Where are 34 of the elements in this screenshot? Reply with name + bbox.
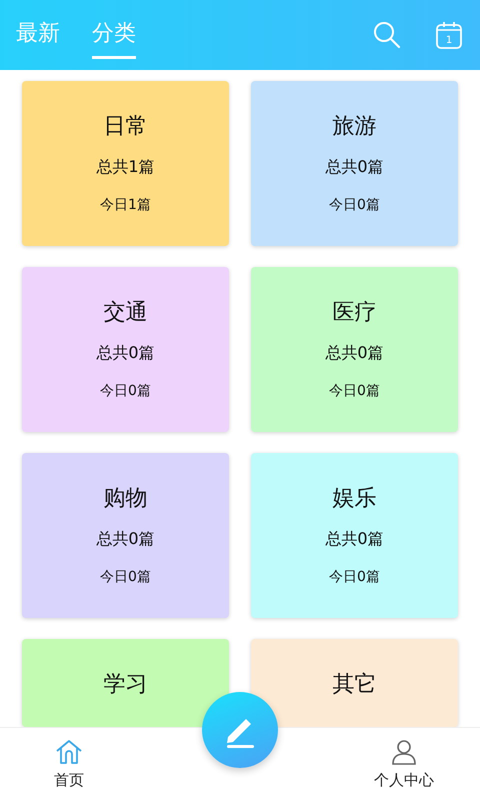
category-title: 购物 xyxy=(104,485,148,513)
person-icon xyxy=(391,739,417,765)
category-title: 交通 xyxy=(104,299,148,327)
today-count: 今日0篇 xyxy=(329,382,380,400)
today-count: 今日1篇 xyxy=(100,196,151,214)
category-title: 娱乐 xyxy=(332,485,376,513)
today-count: 今日0篇 xyxy=(100,568,151,586)
category-title: 医疗 xyxy=(332,299,376,327)
total-count: 总共0篇 xyxy=(325,157,384,178)
today-count: 今日0篇 xyxy=(100,382,151,400)
category-card[interactable]: 日常 总共1篇 今日1篇 xyxy=(22,81,229,246)
category-title: 日常 xyxy=(104,113,148,141)
category-card[interactable]: 学习 xyxy=(22,639,229,727)
compose-button[interactable] xyxy=(202,692,278,768)
today-count: 今日0篇 xyxy=(329,568,380,586)
category-card[interactable]: 医疗 总共0篇 今日0篇 xyxy=(251,267,458,432)
search-icon[interactable] xyxy=(372,20,402,50)
total-count: 总共0篇 xyxy=(96,529,155,550)
total-count: 总共0篇 xyxy=(325,343,384,364)
category-title: 其它 xyxy=(332,671,376,699)
total-count: 总共1篇 xyxy=(96,157,155,178)
category-card[interactable]: 购物 总共0篇 今日0篇 xyxy=(22,453,229,618)
nav-item[interactable]: 首页 xyxy=(48,728,90,800)
today-count: 今日0篇 xyxy=(329,196,380,214)
total-count: 总共0篇 xyxy=(96,343,155,364)
category-card[interactable]: 其它 xyxy=(251,639,458,727)
total-count: 总共0篇 xyxy=(325,529,384,550)
category-card[interactable]: 交通 总共0篇 今日0篇 xyxy=(22,267,229,432)
nav-item[interactable]: 个人中心 xyxy=(368,728,440,800)
category-card[interactable]: 旅游 总共0篇 今日0篇 xyxy=(251,81,458,246)
category-card[interactable]: 娱乐 总共0篇 今日0篇 xyxy=(251,453,458,618)
category-title: 学习 xyxy=(104,671,148,699)
home-icon xyxy=(55,739,83,765)
category-title: 旅游 xyxy=(332,113,376,141)
